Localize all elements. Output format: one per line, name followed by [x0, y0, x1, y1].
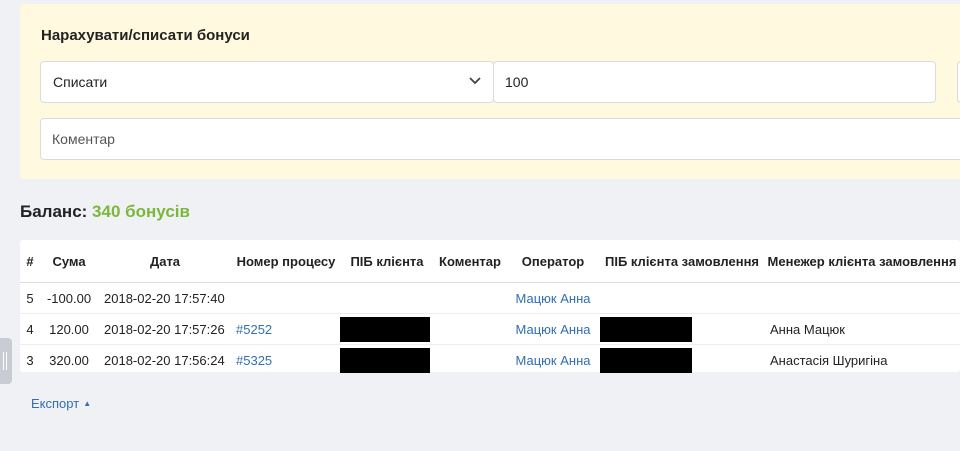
comment-input[interactable] — [52, 129, 452, 149]
chevron-down-icon — [469, 77, 481, 85]
row-id: 5 — [20, 282, 40, 314]
row-comment — [434, 345, 506, 376]
col-id-header[interactable]: # — [20, 240, 40, 283]
row-manager: Анастасія Шуригіна — [770, 352, 888, 368]
bonus-form-panel: Нарахувати/списати бонуси Списати — [20, 4, 960, 179]
balance-line: Баланс: 340 бонусів — [20, 202, 190, 222]
row-sum: 320.00 — [49, 352, 89, 368]
table-row: 4 120.00 2018-02-20 17:57:26 #5252 Мацюк… — [20, 313, 960, 345]
row-operator-link[interactable]: Мацюк Анна — [506, 313, 600, 345]
row-operator-link[interactable]: Мацюк Анна — [506, 345, 600, 376]
row-date: 2018-02-20 17:57:40 — [98, 282, 232, 314]
amount-input[interactable] — [505, 72, 905, 92]
row-comment — [434, 282, 506, 314]
row-client — [340, 345, 434, 376]
row-manager — [764, 282, 960, 314]
row-date: 2018-02-20 17:56:24 — [104, 352, 225, 368]
row-process-link[interactable]: #5252 — [232, 313, 340, 345]
export-label: Експорт — [31, 396, 80, 411]
handle-line — [6, 352, 7, 370]
col-sum-header[interactable]: Сума — [40, 240, 98, 283]
row-sum: -100.00 — [40, 282, 98, 314]
row-process — [232, 282, 340, 314]
handle-line — [3, 352, 4, 370]
col-comment-header[interactable]: Коментар — [434, 240, 506, 283]
row-order-client — [600, 282, 764, 314]
caret-up-icon: ▲ — [83, 399, 92, 408]
form-title: Нарахувати/списати бонуси — [41, 27, 250, 44]
balance-value: 340 бонусів — [92, 202, 190, 221]
row-client — [340, 313, 434, 345]
col-client-header[interactable]: ПІБ клієнта — [340, 240, 434, 283]
drag-handle-icon[interactable] — [0, 338, 12, 384]
amount-field[interactable] — [493, 61, 936, 103]
comment-field[interactable] — [40, 118, 960, 160]
row-manager: Анна Мацюк — [764, 313, 960, 345]
row-id: 4 — [20, 313, 40, 345]
row-client — [340, 282, 434, 314]
row-process-link[interactable]: #5325 — [232, 345, 340, 376]
redacted-block — [340, 347, 430, 373]
balance-label: Баланс: — [20, 202, 88, 221]
row-order-client — [600, 345, 764, 376]
redacted-block — [340, 316, 430, 342]
row-order-client — [600, 313, 764, 345]
table-row: 5 -100.00 2018-02-20 17:57:40 Мацюк Анна — [20, 282, 960, 314]
table-header-row: # Сума Дата Номер процесу ПІБ клієнта Ко… — [20, 240, 960, 283]
action-select-value: Списати — [53, 74, 108, 90]
row-comment — [434, 313, 506, 345]
row-date: 2018-02-20 17:57:26 — [98, 313, 232, 345]
col-process-header[interactable]: Номер процесу — [232, 240, 340, 283]
transactions-table: # Сума Дата Номер процесу ПІБ клієнта Ко… — [20, 240, 960, 373]
col-operator-header[interactable]: Оператор — [506, 240, 600, 283]
row-sum: 120.00 — [40, 313, 98, 345]
table-row: 3 320.00 2018-02-20 17:56:24 #5325 Мацюк… — [20, 345, 960, 376]
row-operator-link[interactable]: Мацюк Анна — [506, 282, 600, 314]
row-id: 3 — [26, 352, 34, 368]
col-manager-header[interactable]: Менежер клієнта замовлення — [764, 240, 960, 283]
redacted-block — [600, 316, 692, 342]
col-date-header[interactable]: Дата — [98, 240, 232, 283]
export-dropdown[interactable]: Експорт ▲ — [31, 396, 91, 411]
action-select[interactable]: Списати — [40, 61, 494, 103]
redacted-block — [600, 347, 692, 373]
col-order-client-header[interactable]: ПІБ клієнта замовлення — [600, 240, 764, 283]
